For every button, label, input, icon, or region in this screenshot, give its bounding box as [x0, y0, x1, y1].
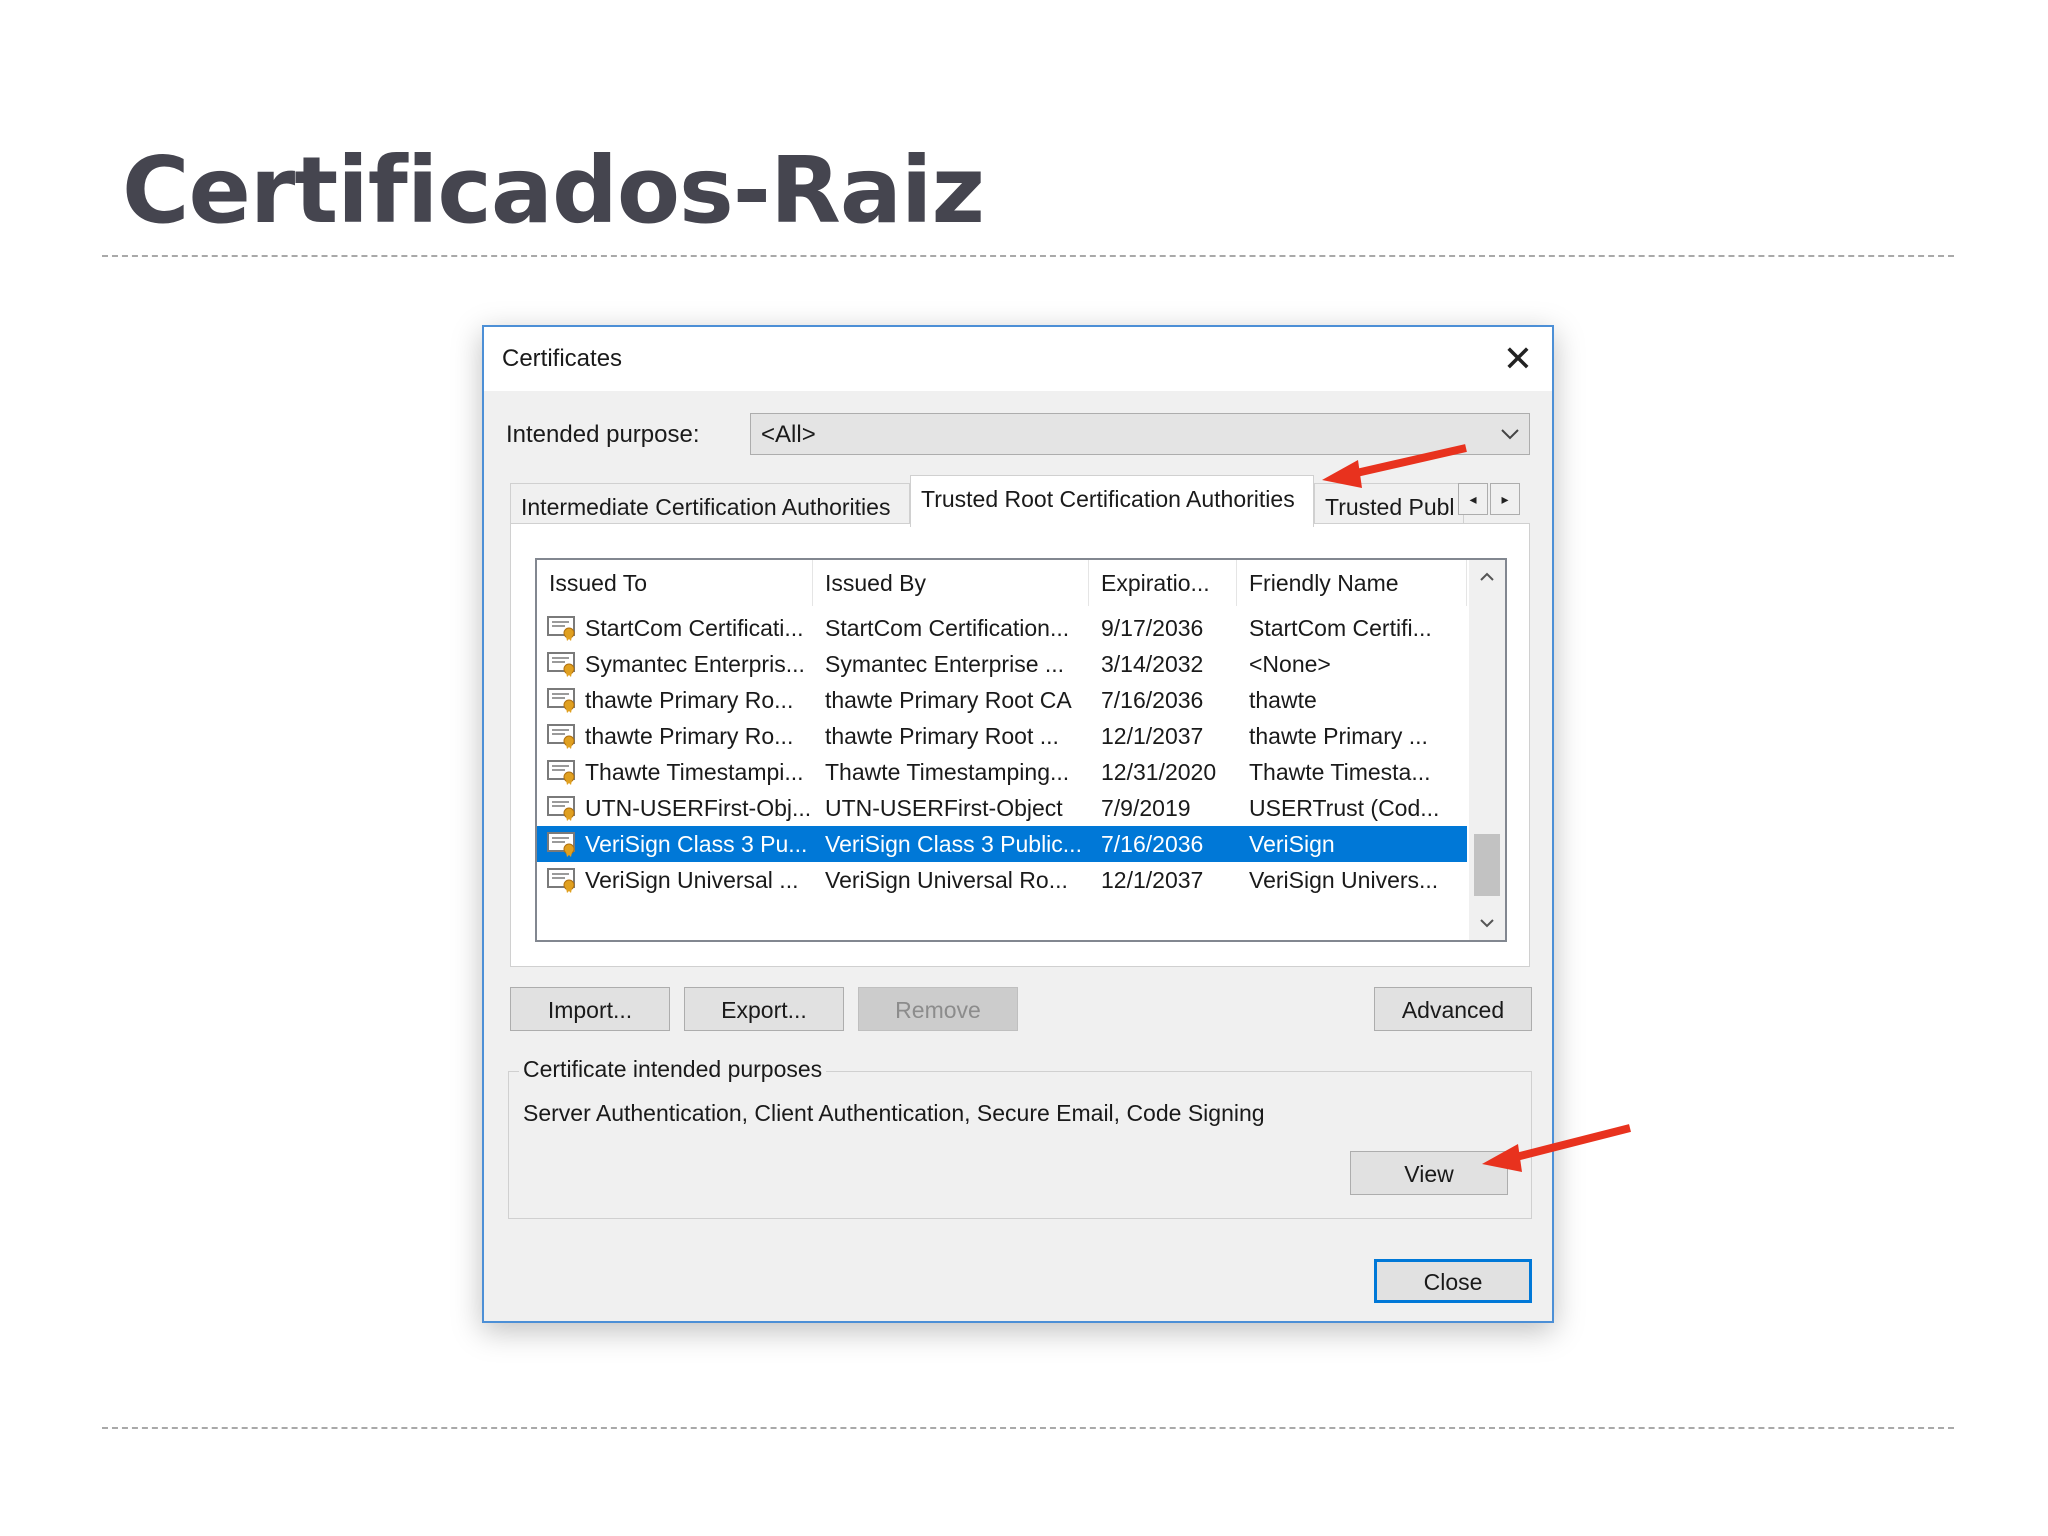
- cell-issued-to: thawte Primary Ro...: [585, 723, 794, 749]
- close-button[interactable]: Close: [1374, 1259, 1532, 1303]
- intended-purpose-label: Intended purpose:: [506, 421, 700, 448]
- cell-expiration: 12/1/2037: [1101, 867, 1204, 893]
- chevron-down-icon: [1501, 429, 1519, 440]
- cell-friendly-name: thawte: [1249, 687, 1317, 713]
- column-issued-to[interactable]: Issued To: [537, 560, 813, 606]
- cell-friendly-name: VeriSign: [1249, 831, 1335, 857]
- cell-issued-to: Thawte Timestampi...: [585, 759, 804, 785]
- intended-purposes-group: Certificate intended purposes Server Aut…: [508, 1056, 1532, 1219]
- list-rows: StartCom Certificati... StartCom Certific…: [537, 610, 1467, 898]
- list-header: Issued To Issued By Expiratio... Friendl…: [537, 560, 1467, 606]
- tab-strip: Intermediate Certification Authorities T…: [510, 475, 1530, 527]
- table-row[interactable]: thawte Primary Ro... thawte Primary Root …: [537, 718, 1467, 754]
- certificate-icon: [547, 760, 575, 785]
- tab-panel: Issued To Issued By Expiratio... Friendl…: [510, 523, 1530, 967]
- certificate-icon: [547, 652, 575, 677]
- column-issued-by[interactable]: Issued By: [813, 560, 1089, 606]
- cell-issued-by: Thawte Timestamping...: [825, 759, 1070, 785]
- table-row[interactable]: Symantec Enterpris... Symantec Enterprise…: [537, 646, 1467, 682]
- vertical-scrollbar[interactable]: [1469, 560, 1505, 940]
- table-row[interactable]: Thawte Timestampi... Thawte Timestamping.…: [537, 754, 1467, 790]
- cell-issued-by: VeriSign Universal Ro...: [825, 867, 1068, 893]
- cell-issued-by: thawte Primary Root ...: [825, 723, 1059, 749]
- cell-expiration: 7/9/2019: [1101, 795, 1191, 821]
- cell-friendly-name: USERTrust (Cod...: [1249, 795, 1440, 821]
- export-button[interactable]: Export...: [684, 987, 844, 1031]
- certificate-icon: [547, 832, 575, 857]
- intended-purposes-text: Server Authentication, Client Authentica…: [523, 1100, 1265, 1126]
- cell-issued-to: UTN-USERFirst-Obj...: [585, 795, 811, 821]
- cell-issued-by: Symantec Enterprise ...: [825, 651, 1065, 677]
- scrollbar-thumb[interactable]: [1474, 834, 1500, 896]
- certificate-icon: [547, 724, 575, 749]
- tab-intermediate-ca[interactable]: Intermediate Certification Authorities: [510, 483, 910, 525]
- scroll-right-icon[interactable]: ▸: [1490, 483, 1520, 515]
- cell-issued-by: thawte Primary Root CA: [825, 687, 1072, 713]
- scroll-up-icon[interactable]: [1469, 560, 1505, 594]
- cell-friendly-name: <None>: [1249, 651, 1331, 677]
- advanced-button[interactable]: Advanced: [1374, 987, 1532, 1031]
- dialog-titlebar: Certificates ✕: [484, 327, 1552, 391]
- certificate-list[interactable]: Issued To Issued By Expiratio... Friendl…: [535, 558, 1507, 942]
- cell-expiration: 7/16/2036: [1101, 831, 1204, 857]
- certificate-icon: [547, 616, 575, 641]
- certificates-dialog: Certificates ✕ Intended purpose: <All> I…: [482, 325, 1554, 1323]
- certificate-icon: [547, 796, 575, 821]
- intended-purpose-select[interactable]: <All>: [750, 413, 1530, 455]
- cell-issued-to: VeriSign Universal ...: [585, 867, 799, 893]
- scroll-down-icon[interactable]: [1469, 906, 1505, 940]
- cell-friendly-name: VeriSign Univers...: [1249, 867, 1439, 893]
- cell-friendly-name: Thawte Timesta...: [1249, 759, 1431, 785]
- import-button[interactable]: Import...: [510, 987, 670, 1031]
- intended-purpose-value: <All>: [761, 421, 816, 448]
- dialog-title: Certificates: [502, 345, 623, 372]
- cell-issued-by: VeriSign Class 3 Public...: [825, 831, 1082, 857]
- remove-button[interactable]: Remove: [858, 987, 1018, 1031]
- table-row[interactable]: StartCom Certificati... StartCom Certific…: [537, 610, 1467, 646]
- cell-expiration: 7/16/2036: [1101, 687, 1204, 713]
- cell-issued-by: UTN-USERFirst-Object: [825, 795, 1063, 821]
- intended-purposes-legend: Certificate intended purposes: [519, 1056, 827, 1083]
- cell-friendly-name: StartCom Certifi...: [1249, 615, 1432, 641]
- cell-friendly-name: thawte Primary ...: [1249, 723, 1428, 749]
- column-friendly-name[interactable]: Friendly Name: [1237, 560, 1467, 606]
- cell-issued-to: VeriSign Class 3 Pu...: [585, 831, 808, 857]
- cell-issued-to: StartCom Certificati...: [585, 615, 804, 641]
- cell-expiration: 12/31/2020: [1101, 759, 1217, 785]
- cell-issued-by: StartCom Certification...: [825, 615, 1070, 641]
- table-row[interactable]: VeriSign Class 3 Pu... VeriSign Class 3 P…: [537, 826, 1467, 862]
- slide-title: Certificados-Raiz: [122, 137, 985, 244]
- certificate-icon: [547, 868, 575, 893]
- table-row[interactable]: UTN-USERFirst-Obj... UTN-USERFirst-Object…: [537, 790, 1467, 826]
- certificate-icon: [547, 688, 575, 713]
- cell-expiration: 3/14/2032: [1101, 651, 1204, 677]
- close-icon[interactable]: ✕: [1494, 335, 1542, 383]
- cell-expiration: 12/1/2037: [1101, 723, 1204, 749]
- bottom-divider: [102, 1427, 1954, 1429]
- view-button[interactable]: View: [1350, 1151, 1508, 1195]
- table-row[interactable]: thawte Primary Ro... thawte Primary Root …: [537, 682, 1467, 718]
- tab-trusted-root-ca[interactable]: Trusted Root Certification Authorities: [910, 475, 1314, 527]
- scroll-left-icon[interactable]: ◂: [1458, 483, 1488, 515]
- cell-issued-to: thawte Primary Ro...: [585, 687, 794, 713]
- top-divider: [102, 255, 1954, 257]
- cell-issued-to: Symantec Enterpris...: [585, 651, 805, 677]
- table-row[interactable]: VeriSign Universal ... VeriSign Universal…: [537, 862, 1467, 898]
- cell-expiration: 9/17/2036: [1101, 615, 1204, 641]
- tab-trusted-publishers[interactable]: Trusted Publ: [1314, 483, 1464, 525]
- column-expiration[interactable]: Expiratio...: [1089, 560, 1237, 606]
